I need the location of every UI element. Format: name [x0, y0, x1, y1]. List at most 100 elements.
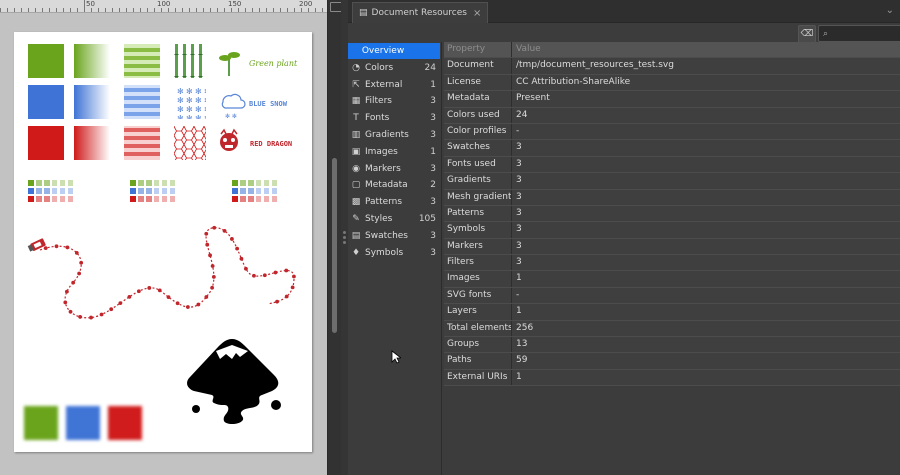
sidebar-item-count: 3 — [430, 163, 436, 174]
sidebar-item-metadata[interactable]: ▢ Metadata 2 — [348, 177, 440, 193]
property-cell: Color profiles — [444, 123, 512, 140]
ruler-tick — [112, 8, 113, 12]
table-row[interactable]: Swatches 3 — [444, 140, 900, 157]
ruler-tick — [133, 8, 134, 12]
sidebar-item-count: 105 — [418, 214, 436, 224]
style-icon: ✎ — [352, 214, 360, 224]
search-input[interactable] — [828, 27, 893, 40]
font-icon: T — [353, 113, 359, 124]
sidebar-item-label: Swatches — [365, 230, 408, 241]
ruler-tick — [266, 8, 267, 12]
table-row[interactable]: Symbols 3 — [444, 222, 900, 239]
property-cell: Colors used — [444, 107, 512, 123]
ruler-tick — [224, 8, 225, 12]
document-resources-panel: ▤ Document Resources × ⌄ ⌫ ⌕ Overview ◔ Co… — [348, 0, 900, 475]
sidebar-item-markers[interactable]: ◉ Markers 3 — [348, 161, 440, 177]
table-row[interactable]: Fonts used 3 — [444, 156, 900, 174]
property-cell: Paths — [444, 353, 512, 369]
sidebar-item-symbols[interactable]: ♦ Symbols 3 — [348, 245, 440, 261]
value-cell: CC Attribution-ShareAlike — [516, 76, 631, 87]
column-header-property[interactable]: Property — [444, 42, 512, 58]
table-row[interactable]: Patterns 3 — [444, 205, 900, 223]
table-row[interactable]: Total elements 256 — [444, 320, 900, 338]
filter-icon: ▦ — [351, 96, 361, 107]
sidebar-item-label: Patterns — [365, 197, 403, 208]
table-row[interactable]: Paths 59 — [444, 353, 900, 370]
property-cell: Groups — [444, 337, 512, 353]
sidebar-item-swatches[interactable]: ▤ Swatches 3 — [348, 228, 440, 244]
sidebar-item-label: Images — [365, 146, 398, 157]
sidebar-item-label: Styles — [365, 214, 393, 224]
property-cell: Swatches — [444, 140, 512, 156]
document-icon: ▤ — [359, 8, 368, 18]
table-row[interactable]: Groups 13 — [444, 337, 900, 354]
sidebar-item-fonts[interactable]: T Fonts 3 — [348, 110, 440, 126]
sidebar-item-styles[interactable]: ✎ Styles 105 — [348, 211, 440, 227]
splitter-grip[interactable] — [343, 236, 346, 239]
table-row[interactable]: SVG fonts - — [444, 287, 900, 305]
sidebar-item-count: 3 — [430, 197, 436, 208]
value-cell: /tmp/document_resources_test.svg — [516, 60, 674, 71]
sidebar-item-images[interactable]: ▣ Images 1 — [348, 144, 440, 160]
ruler-tick — [154, 8, 155, 12]
canvas-area[interactable]: 50 100 150 200 ✻ Gr — [0, 0, 327, 475]
ruler-tick — [63, 8, 64, 12]
document-page[interactable]: ✻ Green plant ✻ ✻ BLUE SNOW — [14, 32, 312, 452]
sidebar-item-colors[interactable]: ◔ Colors 24 — [348, 60, 440, 76]
sidebar-item-overview[interactable]: Overview — [348, 43, 440, 59]
table-row[interactable]: License CC Attribution-ShareAlike — [444, 74, 900, 92]
table-row[interactable]: Metadata Present — [444, 91, 900, 108]
ruler-tick — [70, 8, 71, 12]
sidebar-item-patterns[interactable]: ▩ Patterns 3 — [348, 194, 440, 210]
ruler-tick — [231, 8, 232, 12]
sidebar-item-label: External — [365, 79, 403, 90]
property-cell: Patterns — [444, 205, 512, 222]
sidebar-item-count: 3 — [430, 113, 436, 124]
table-row[interactable]: Gradients 3 — [444, 173, 900, 190]
sidebar-item-label: Metadata — [365, 180, 408, 191]
tab-document-resources[interactable]: ▤ Document Resources × — [352, 2, 489, 23]
sidebar-item-count: 24 — [424, 62, 436, 73]
sidebar-item-filters[interactable]: ▦ Filters 3 — [348, 93, 440, 109]
close-icon[interactable]: × — [473, 8, 481, 19]
sidebar-item-label: Colors — [365, 62, 394, 73]
ruler-tick — [14, 8, 15, 12]
table-row[interactable]: Layers 1 — [444, 304, 900, 321]
chevron-down-icon[interactable]: ⌄ — [886, 5, 894, 16]
value-cell: 3 — [516, 142, 522, 153]
scrollbar-thumb[interactable] — [332, 158, 337, 333]
ruler-tick — [210, 8, 211, 12]
panel-splitter[interactable] — [341, 0, 348, 475]
table-row[interactable]: Filters 3 — [444, 255, 900, 272]
ruler-tick — [105, 8, 106, 12]
value-cell: 3 — [516, 257, 522, 268]
ruler-tick — [280, 8, 281, 12]
blue-snow-text: BLUE SNOW — [249, 100, 288, 108]
column-header-value[interactable]: Value — [512, 42, 900, 57]
ruler-tick — [182, 8, 183, 12]
ruler-tick — [259, 8, 260, 12]
table-row[interactable]: Mesh gradients 3 — [444, 189, 900, 206]
sidebar-item-gradients[interactable]: ▥ Gradients 3 — [348, 127, 440, 143]
table-row[interactable]: Color profiles - — [444, 123, 900, 141]
sidebar-item-label: Overview — [361, 46, 405, 56]
value-cell: 1 — [516, 371, 522, 382]
ruler-tick — [273, 8, 274, 12]
table-row[interactable]: Images 1 — [444, 271, 900, 288]
ruler-tick — [42, 8, 43, 12]
ruler-tick — [91, 8, 92, 12]
property-cell: License — [444, 74, 512, 91]
clean-up-button[interactable]: ⌫ — [798, 25, 816, 43]
ruler-label: 150 — [228, 0, 242, 8]
sidebar-item-external[interactable]: ⇱ External 1 — [348, 77, 440, 93]
property-cell: Images — [444, 271, 512, 287]
pattern-icon: ▩ — [351, 197, 361, 208]
table-row[interactable]: Colors used 24 — [444, 107, 900, 124]
ruler-tick — [308, 8, 309, 12]
table-row[interactable]: Markers 3 — [444, 238, 900, 256]
table-row[interactable]: Document/tmp/document_resources_test.svg — [444, 58, 900, 75]
canvas-vertical-scrollbar[interactable] — [327, 0, 342, 475]
table-row[interactable]: External URIs 1 — [444, 369, 900, 387]
broom-icon: ⌫ — [800, 29, 814, 39]
search-box[interactable]: ⌕ — [818, 25, 900, 42]
